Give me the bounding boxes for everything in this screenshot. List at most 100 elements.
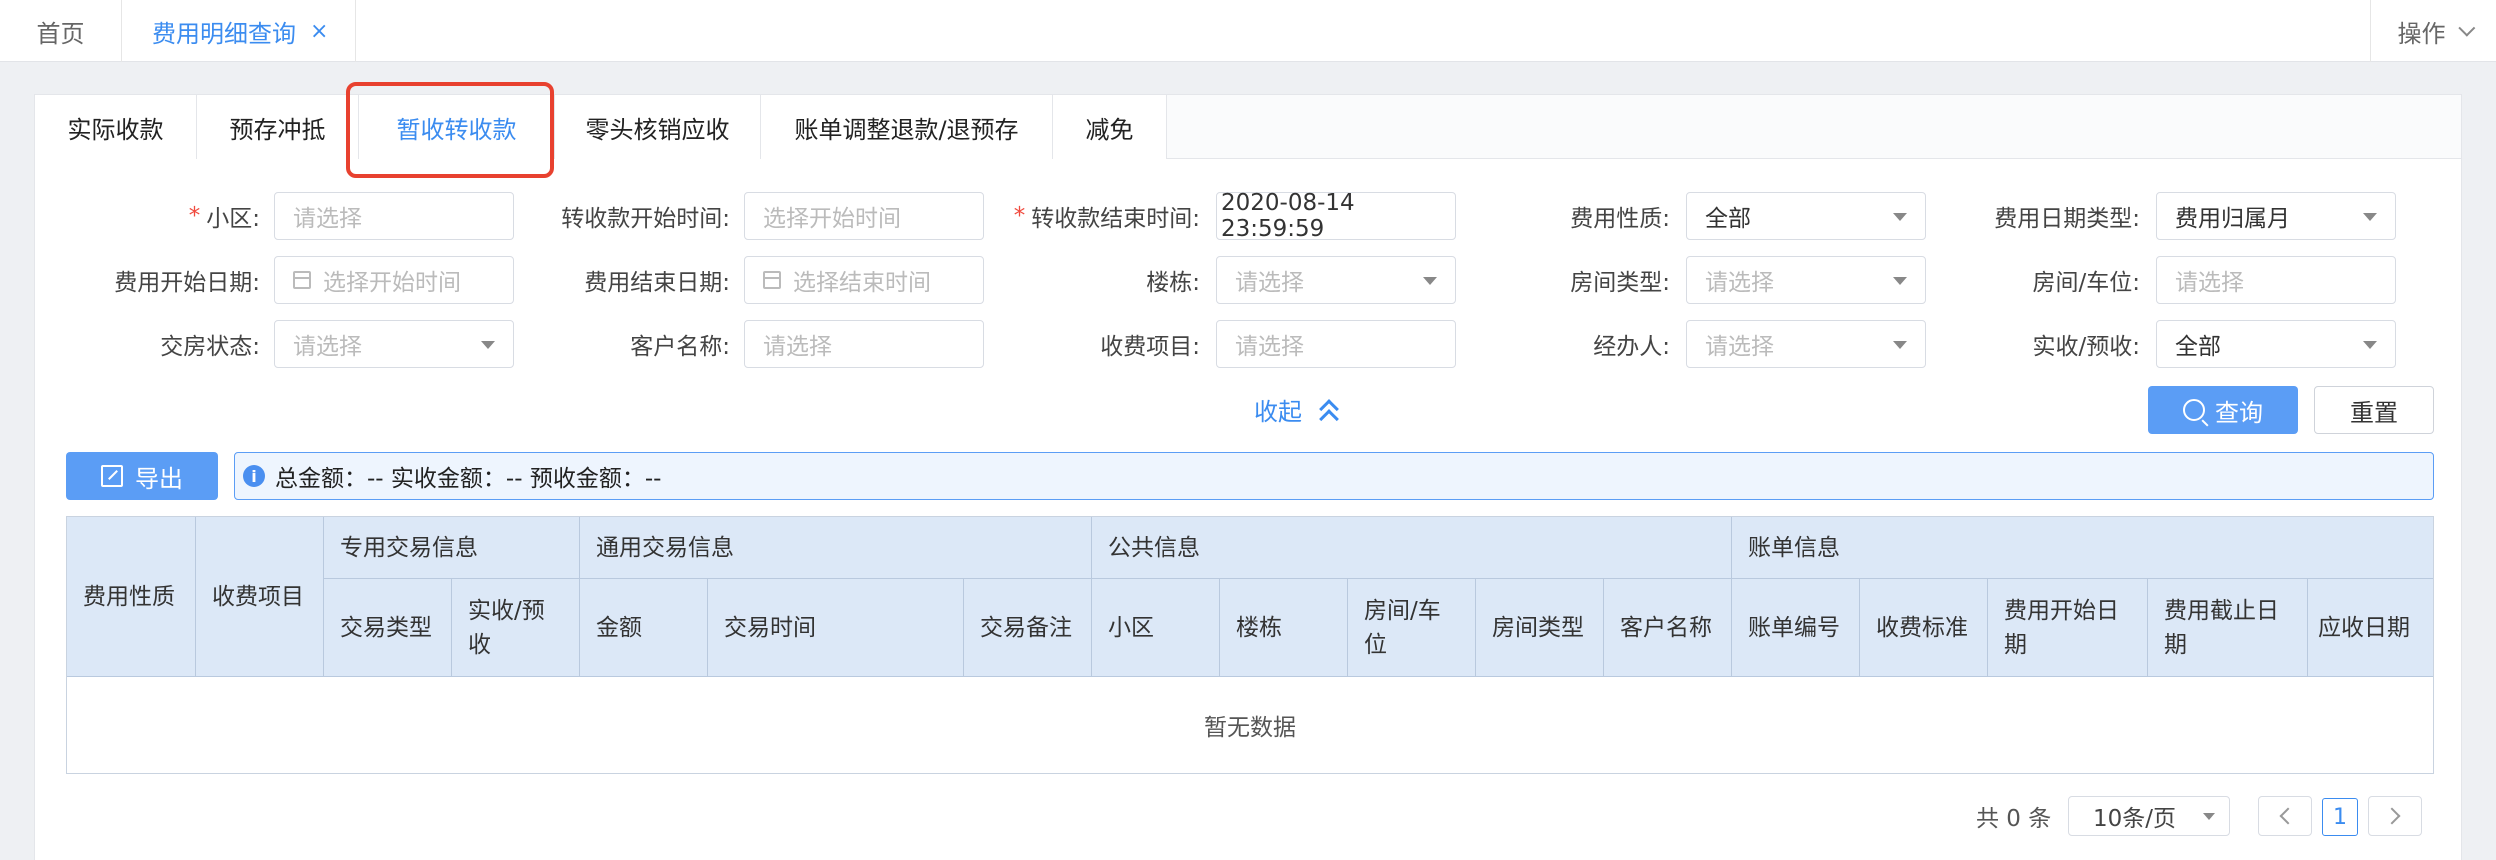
page-size-value: 10条/页 — [2093, 806, 2177, 832]
col-header[interactable]: 费用开始日期 — [1988, 579, 2148, 677]
transfer-start-placeholder: 选择开始时间 — [763, 206, 901, 232]
tab-home-label: 首页 — [36, 19, 85, 48]
fee-start-label: 费用开始日期: — [114, 270, 260, 296]
double-chevron-up-icon — [1318, 398, 1340, 429]
fee-date-type-value: 费用归属月 — [2175, 206, 2290, 232]
col-header[interactable]: 楼栋 — [1220, 579, 1348, 677]
subtab-prepaid-offset[interactable]: 预存冲抵 — [197, 95, 359, 159]
required-marker: * — [1013, 203, 1026, 229]
col-header[interactable]: 收费项目 — [196, 517, 324, 677]
fee-nature-label: 费用性质: — [1570, 206, 1670, 232]
fee-date-type-select[interactable]: 费用归属月 — [2156, 192, 2396, 240]
subtab-waiver[interactable]: 减免 — [1053, 95, 1167, 159]
col-header[interactable]: 实收/预收 — [452, 579, 580, 677]
collapse-label: 收起 — [1254, 398, 1302, 426]
page-number-current[interactable]: 1 — [2322, 798, 2358, 836]
room-type-placeholder: 请选择 — [1705, 270, 1774, 296]
tab-home[interactable]: 首页 — [0, 0, 122, 62]
received-value: 全部 — [2175, 334, 2221, 360]
calendar-icon — [293, 271, 311, 289]
page-size-select[interactable]: 10条/页 — [2068, 796, 2230, 836]
charge-item-placeholder: 请选择 — [1235, 334, 1304, 360]
customer-input[interactable]: 请选择 — [744, 320, 984, 368]
search-icon — [2183, 399, 2205, 421]
chevron-left-icon — [2279, 807, 2297, 825]
fee-start-placeholder: 选择开始时间 — [323, 270, 461, 296]
col-header[interactable]: 小区 — [1092, 579, 1220, 677]
col-header[interactable]: 房间类型 — [1476, 579, 1604, 677]
operations-label: 操作 — [2397, 19, 2446, 48]
col-header[interactable]: 应收日期 — [2308, 579, 2433, 677]
community-label-text: 小区: — [206, 206, 260, 232]
handler-placeholder: 请选择 — [1705, 334, 1774, 360]
transfer-end-date[interactable]: 2020-08-14 23:59:59 — [1216, 190, 1456, 242]
caret-down-icon — [1423, 277, 1437, 285]
col-header[interactable]: 账单编号 — [1732, 579, 1860, 677]
summary-bar: i 总金额：-- 实收金额：-- 预收金额：-- — [234, 452, 2434, 500]
fee-date-type-label: 费用日期类型: — [1994, 206, 2140, 232]
calendar-icon — [763, 271, 781, 289]
caret-down-icon — [1893, 213, 1907, 221]
export-button[interactable]: 导出 — [66, 452, 218, 500]
room-label: 房间/车位: — [2032, 270, 2141, 296]
building-placeholder: 请选择 — [1235, 270, 1304, 296]
group-header: 专用交易信息 — [324, 517, 580, 579]
query-button[interactable]: 查询 — [2148, 386, 2298, 434]
transfer-end-label-text: 转收款结束时间: — [1031, 206, 1200, 232]
fee-nature-select[interactable]: 全部 — [1686, 192, 1926, 240]
col-header[interactable]: 房间/车位 — [1348, 579, 1476, 677]
next-page-button[interactable] — [2368, 796, 2422, 836]
room-input[interactable]: 请选择 — [2156, 256, 2396, 304]
fee-start-date[interactable]: 选择开始时间 — [274, 256, 514, 304]
fee-end-placeholder: 选择结束时间 — [793, 270, 931, 296]
caret-down-icon — [2203, 813, 2215, 820]
pager-total: 共 0 条 — [1976, 806, 2052, 832]
transfer-end-label: * 转收款结束时间: — [990, 192, 1200, 240]
handler-label: 经办人: — [1593, 334, 1670, 360]
operations-menu[interactable]: 操作 — [2370, 0, 2496, 62]
tab-fee-detail-query[interactable]: 费用明细查询 × — [122, 0, 356, 62]
collapse-toggle[interactable]: 收起 — [1254, 392, 1340, 429]
received-select[interactable]: 全部 — [2156, 320, 2396, 368]
group-header: 公共信息 — [1092, 517, 1732, 579]
building-select[interactable]: 请选择 — [1216, 256, 1456, 304]
subtab-actual-receipt[interactable]: 实际收款 — [35, 95, 197, 159]
empty-state: 暂无数据 — [67, 677, 2433, 773]
col-header[interactable]: 交易类型 — [324, 579, 452, 677]
caret-down-icon — [481, 341, 495, 349]
caret-down-icon — [2363, 341, 2377, 349]
col-header[interactable]: 交易时间 — [708, 579, 964, 677]
handler-select[interactable]: 请选择 — [1686, 320, 1926, 368]
subtab-bill-adjust-refund[interactable]: 账单调整退款/退预存 — [761, 95, 1053, 159]
subtab-label: 账单调整退款/退预存 — [794, 115, 1019, 144]
charge-item-input[interactable]: 请选择 — [1216, 320, 1456, 368]
fee-end-date[interactable]: 选择结束时间 — [744, 256, 984, 304]
col-header[interactable]: 费用截止日期 — [2148, 579, 2308, 677]
handover-select[interactable]: 请选择 — [274, 320, 514, 368]
col-header[interactable]: 费用性质 — [67, 517, 196, 677]
subtab-odd-writeoff[interactable]: 零头核销应收 — [555, 95, 761, 159]
community-select[interactable]: 请选择 — [274, 192, 514, 240]
subtab-label: 预存冲抵 — [229, 115, 326, 144]
room-type-select[interactable]: 请选择 — [1686, 256, 1926, 304]
required-marker: * — [188, 203, 201, 229]
subtab-label: 实际收款 — [67, 115, 164, 144]
reset-button[interactable]: 重置 — [2314, 386, 2434, 434]
room-type-label: 房间类型: — [1570, 270, 1670, 296]
col-header[interactable]: 客户名称 — [1604, 579, 1732, 677]
caret-down-icon — [1893, 277, 1907, 285]
export-icon — [101, 465, 123, 487]
close-icon[interactable]: × — [310, 19, 328, 44]
col-header[interactable]: 收费标准 — [1860, 579, 1988, 677]
transfer-end-value: 2020-08-14 23:59:59 — [1221, 190, 1355, 242]
transfer-start-date[interactable]: 选择开始时间 — [744, 192, 984, 240]
col-header[interactable]: 交易备注 — [964, 579, 1092, 677]
subtab-label: 减免 — [1085, 115, 1134, 144]
info-icon: i — [243, 465, 265, 487]
prev-page-button[interactable] — [2258, 796, 2312, 836]
customer-label: 客户名称: — [630, 334, 730, 360]
room-placeholder: 请选择 — [2175, 270, 2244, 296]
community-placeholder: 请选择 — [293, 206, 362, 232]
col-header[interactable]: 金额 — [580, 579, 708, 677]
chevron-right-icon — [2383, 807, 2401, 825]
